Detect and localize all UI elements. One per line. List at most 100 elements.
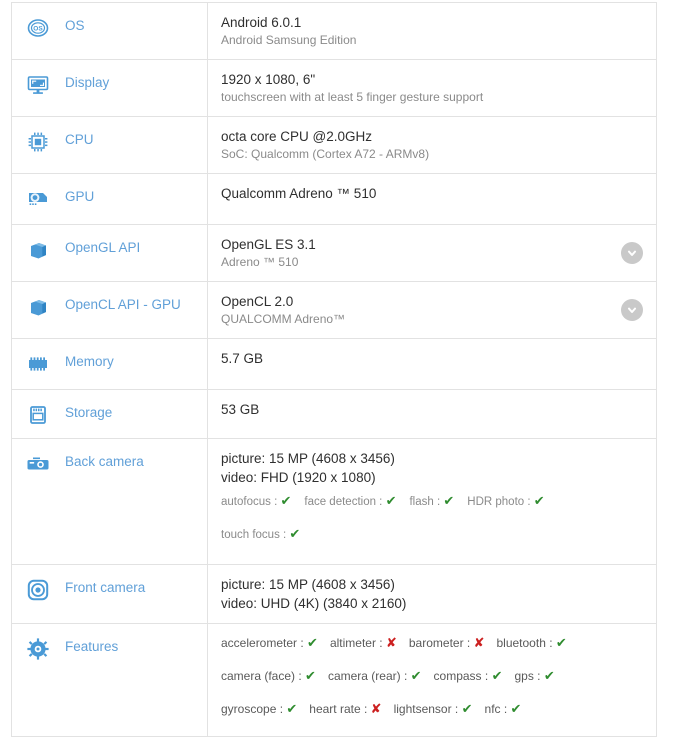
back-camera-video: video: FHD (1920 x 1080): [221, 470, 376, 485]
feature-name: nfc :: [484, 702, 511, 716]
spec-value-cell-memory: 5.7 GB: [208, 339, 656, 389]
cross-icon: ✘: [370, 701, 382, 716]
check-icon: ✔: [510, 701, 522, 716]
spec-value-cell-opencl: OpenCL 2.0 QUALCOMM Adreno™: [208, 282, 656, 338]
display-resolution: 1920 x 1080, 6": [221, 72, 316, 87]
memory-size: 5.7 GB: [221, 351, 264, 366]
device-spec-table: OS OS Android 6.0.1 Android Samsung Edit…: [11, 2, 657, 737]
feature-name: bluetooth :: [496, 636, 556, 650]
feature-name: camera (rear) :: [327, 669, 411, 683]
spec-row-memory: Memory 5.7 GB: [12, 339, 656, 390]
feature-item: touch focus : ✔: [221, 526, 301, 541]
os-edition: Android Samsung Edition: [221, 33, 357, 47]
check-icon: ✔: [555, 635, 567, 650]
spec-value-cell-opengl: OpenGL ES 3.1 Adreno ™ 510: [208, 225, 656, 281]
feature-item: flash : ✔: [409, 493, 454, 508]
spec-label-storage: Storage: [65, 405, 113, 420]
spec-label-cell-storage: Storage: [12, 390, 208, 438]
feature-item: lightsensor : ✔: [393, 701, 473, 716]
feature-name: barometer :: [408, 636, 474, 650]
check-icon: ✔: [533, 493, 545, 508]
features-line-1: accelerometer : ✔ altimeter : ✘ barometer …: [221, 634, 616, 652]
spec-label-cpu: CPU: [65, 132, 94, 147]
monitor-icon: [25, 74, 51, 96]
os-version: Android 6.0.1: [221, 15, 302, 30]
feature-item: gyroscope : ✔: [221, 701, 298, 716]
cpu-chip-icon: [25, 131, 51, 153]
check-icon: ✔: [543, 668, 555, 683]
check-icon: ✔: [286, 701, 298, 716]
spec-value-cell-cpu: octa core CPU @2.0GHz SoC: Qualcomm (Cor…: [208, 117, 656, 173]
spec-label-cell-memory: Memory: [12, 339, 208, 389]
back-camera-picture: picture: 15 MP (4608 x 3456): [221, 451, 395, 466]
feature-item: autofocus : ✔: [221, 493, 292, 508]
spec-label-back-camera: Back camera: [65, 454, 144, 469]
feature-item: altimeter : ✘: [330, 635, 397, 650]
spec-label-opengl: OpenGL API: [65, 240, 141, 255]
cross-icon: ✘: [385, 635, 397, 650]
spec-row-display: Display 1920 x 1080, 6" touchscreen with…: [12, 60, 656, 117]
check-icon: ✔: [289, 526, 301, 541]
spec-label-cell-display: Display: [12, 60, 208, 116]
feature-item: gps : ✔: [514, 668, 555, 683]
storage-card-icon: [25, 404, 51, 426]
spec-row-features: Features accelerometer : ✔ altimeter : ✘ b…: [12, 624, 656, 737]
feature-item: heart rate : ✘: [309, 701, 382, 716]
features-line-2: camera (face) : ✔ camera (rear) : ✔ compas…: [221, 667, 616, 685]
cube-icon: [25, 296, 51, 318]
check-icon: ✔: [280, 493, 292, 508]
feature-name: camera (face) :: [221, 669, 306, 683]
spec-row-os: OS OS Android 6.0.1 Android Samsung Edit…: [12, 3, 656, 60]
feature-name: gps :: [514, 669, 544, 683]
spec-label-cell-os: OS OS: [12, 3, 208, 59]
check-icon: ✔: [491, 668, 503, 683]
features-line-3: gyroscope : ✔ heart rate : ✘ lightsensor :…: [221, 700, 616, 718]
opencl-vendor: QUALCOMM Adreno™: [221, 312, 346, 326]
memory-chip-icon: [25, 353, 51, 375]
spec-label-opencl: OpenCL API - GPU: [65, 297, 181, 312]
feature-name: compass :: [433, 669, 492, 683]
spec-label-cell-gpu: GPU: [12, 174, 208, 224]
feature-name: gyroscope :: [221, 702, 287, 716]
back-camera-features-line-1: autofocus : ✔ face detection : ✔ flash : ✔…: [221, 492, 616, 511]
feature-item: bluetooth : ✔: [496, 635, 567, 650]
chevron-down-icon[interactable]: [621, 299, 643, 321]
feature-name: heart rate :: [309, 702, 371, 716]
feature-item: face detection : ✔: [304, 493, 396, 508]
feature-item: camera (rear) : ✔: [327, 668, 422, 683]
spec-row-cpu: CPU octa core CPU @2.0GHz SoC: Qualcomm …: [12, 117, 656, 174]
front-camera-video: video: UHD (4K) (3840 x 2160): [221, 596, 407, 611]
feature-name: autofocus :: [221, 496, 281, 508]
spec-label-cell-features: Features: [12, 624, 208, 736]
spec-label-cell-opencl: OpenCL API - GPU: [12, 282, 208, 338]
spec-row-back-camera: Back camera picture: 15 MP (4608 x 3456)…: [12, 439, 656, 565]
cpu-soc: SoC: Qualcomm (Cortex A72 - ARMv8): [221, 147, 430, 161]
spec-value-cell-storage: 53 GB: [208, 390, 656, 438]
back-camera-features-line-2: touch focus : ✔: [221, 525, 616, 544]
display-touch-info: touchscreen with at least 5 finger gestu…: [221, 90, 484, 104]
spec-label-cell-back-camera: Back camera: [12, 439, 208, 564]
check-icon: ✔: [305, 668, 316, 683]
spec-label-cell-front-camera: Front camera: [12, 565, 208, 623]
check-icon: ✔: [307, 635, 318, 650]
storage-size: 53 GB: [221, 402, 260, 417]
spec-row-front-camera: Front camera picture: 15 MP (4608 x 3456…: [12, 565, 656, 624]
spec-value-cell-features: accelerometer : ✔ altimeter : ✘ barometer …: [208, 624, 656, 736]
front-camera-picture: picture: 15 MP (4608 x 3456): [221, 577, 395, 592]
feature-item: compass : ✔: [433, 668, 503, 683]
feature-item: accelerometer : ✔: [221, 635, 318, 650]
chevron-down-icon[interactable]: [621, 242, 643, 264]
feature-name: lightsensor :: [393, 702, 462, 716]
graphics-card-icon: [25, 188, 51, 210]
spec-label-front-camera: Front camera: [65, 580, 146, 595]
os-badge-icon: OS: [25, 17, 51, 39]
spec-value-cell-os: Android 6.0.1 Android Samsung Edition: [208, 3, 656, 59]
spec-row-gpu: GPU Qualcomm Adreno ™ 510: [12, 174, 656, 225]
gear-icon: [25, 638, 51, 660]
spec-label-os: OS: [65, 18, 85, 33]
cpu-cores: octa core CPU @2.0GHz: [221, 129, 373, 144]
feature-name: touch focus :: [221, 529, 290, 541]
spec-row-opengl: OpenGL API OpenGL ES 3.1 Adreno ™ 510: [12, 225, 656, 282]
spec-label-cell-cpu: CPU: [12, 117, 208, 173]
spec-row-storage: Storage 53 GB: [12, 390, 656, 439]
